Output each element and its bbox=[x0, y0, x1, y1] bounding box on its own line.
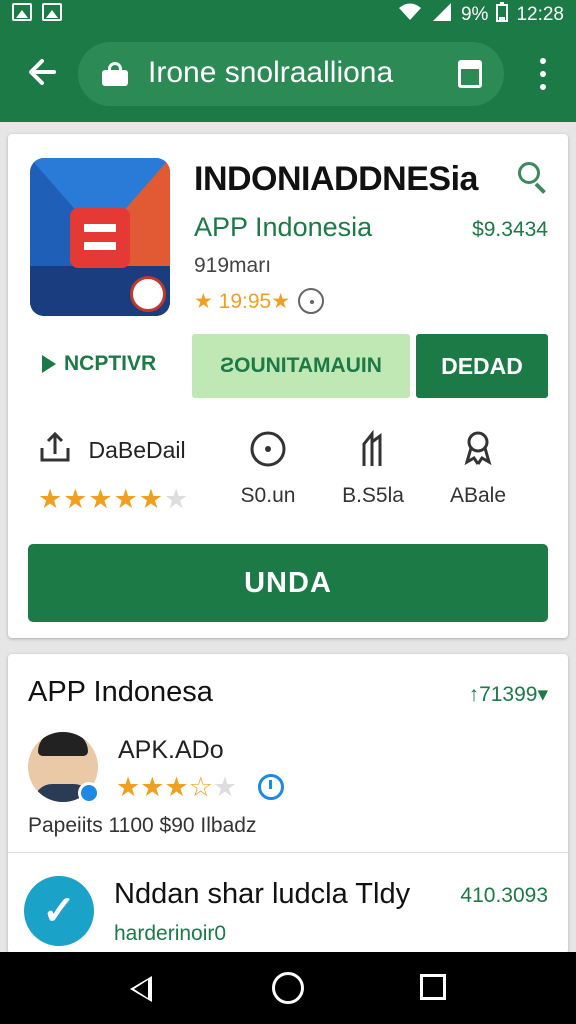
nav-home-icon[interactable] bbox=[272, 972, 304, 1004]
check-icon: ✓ bbox=[24, 876, 94, 946]
nav-back-icon[interactable] bbox=[130, 976, 152, 1002]
install-button[interactable]: UNDA bbox=[28, 544, 548, 622]
verified-badge-icon bbox=[78, 782, 100, 804]
publisher-link[interactable]: NCPTIVR bbox=[42, 352, 156, 376]
app-price: $9.3434 bbox=[472, 218, 548, 241]
award-icon bbox=[461, 430, 495, 474]
app-detail-card: INDONIADDNESia APP Indonesia $9.3434 919… bbox=[8, 134, 568, 638]
system-nav-bar bbox=[0, 952, 576, 1024]
clock-icon[interactable] bbox=[258, 774, 284, 800]
rating-text: ★ 19:95★ bbox=[194, 289, 291, 313]
wifi-icon bbox=[397, 2, 423, 28]
rating-row: ★ 19:95★ bbox=[194, 288, 325, 314]
reviewer-name: APK.ADo bbox=[118, 736, 224, 764]
divider bbox=[8, 852, 568, 853]
trend-icon bbox=[356, 429, 390, 474]
review-stars: ★★★☆★ bbox=[116, 772, 238, 802]
battery-icon bbox=[496, 2, 509, 28]
url-text: Irone snolraalliona bbox=[148, 56, 394, 89]
app-title: INDONIADDNESia bbox=[194, 160, 478, 198]
stat-award[interactable]: ABale bbox=[428, 430, 528, 508]
signal-icon bbox=[431, 2, 453, 28]
url-bar[interactable]: Irone snolraalliona bbox=[78, 42, 504, 106]
tabs-icon[interactable] bbox=[458, 60, 482, 88]
stat-label: B.S5la bbox=[342, 484, 404, 507]
primary-button[interactable]: DEDAD bbox=[416, 334, 548, 398]
stat-downloads[interactable]: DaBeDail ★★★★★★ bbox=[38, 430, 218, 515]
nav-recent-apps-icon[interactable] bbox=[420, 974, 446, 1000]
list-item-title[interactable]: Nddan shar ludcla Tldy bbox=[114, 878, 410, 911]
share-icon bbox=[38, 430, 72, 474]
reviews-card: APP Indonesa ↑71399▾ APK.ADo ★★★☆★ Papei… bbox=[8, 654, 568, 954]
status-bar: 9% 12:28 bbox=[0, 0, 576, 26]
play-icon bbox=[42, 355, 56, 373]
stat-trend[interactable]: B.S5la bbox=[328, 429, 418, 508]
search-icon[interactable] bbox=[518, 162, 548, 194]
stats-row: DaBeDail ★★★★★★ S0.un B.S5la ABale bbox=[28, 429, 548, 520]
gallery-icon bbox=[42, 3, 62, 21]
back-arrow-icon[interactable] bbox=[22, 54, 62, 94]
stat-rating-stars: ★★★★★★ bbox=[38, 484, 190, 514]
image-icon bbox=[12, 3, 32, 21]
info-icon[interactable] bbox=[298, 288, 325, 314]
action-row: NCPTIVR ƧOUNITAMAUIN DEDAD bbox=[28, 334, 548, 398]
secondary-button[interactable]: ƧOUNITAMAUIN bbox=[192, 334, 410, 398]
publisher-label: NCPTIVR bbox=[64, 352, 157, 375]
lock-icon bbox=[102, 62, 128, 86]
developer-name[interactable]: APP Indonesia bbox=[194, 212, 372, 243]
list-item-price: 410.3093 bbox=[460, 884, 548, 907]
list-item-subtitle: harderinoir0 bbox=[114, 922, 227, 945]
stat-label: S0.un bbox=[240, 484, 296, 507]
battery-text: 9% bbox=[460, 4, 489, 25]
stat-target[interactable]: S0.un bbox=[228, 430, 308, 508]
app-bar: Irone snolraalliona bbox=[0, 26, 576, 122]
section-count[interactable]: ↑71399▾ bbox=[469, 682, 548, 707]
review-meta: Papeiits 1100 $90 Ilbadz bbox=[28, 814, 257, 837]
section-title: APP Indonesa bbox=[28, 676, 213, 708]
app-logo-icon bbox=[30, 158, 170, 316]
clock-time: 12:28 bbox=[516, 4, 564, 25]
target-icon bbox=[249, 430, 287, 474]
overflow-menu-icon[interactable] bbox=[540, 58, 548, 90]
stat-label: DaBeDail bbox=[88, 437, 186, 463]
app-size: 919marı bbox=[194, 254, 272, 277]
stat-label: ABale bbox=[449, 484, 507, 507]
